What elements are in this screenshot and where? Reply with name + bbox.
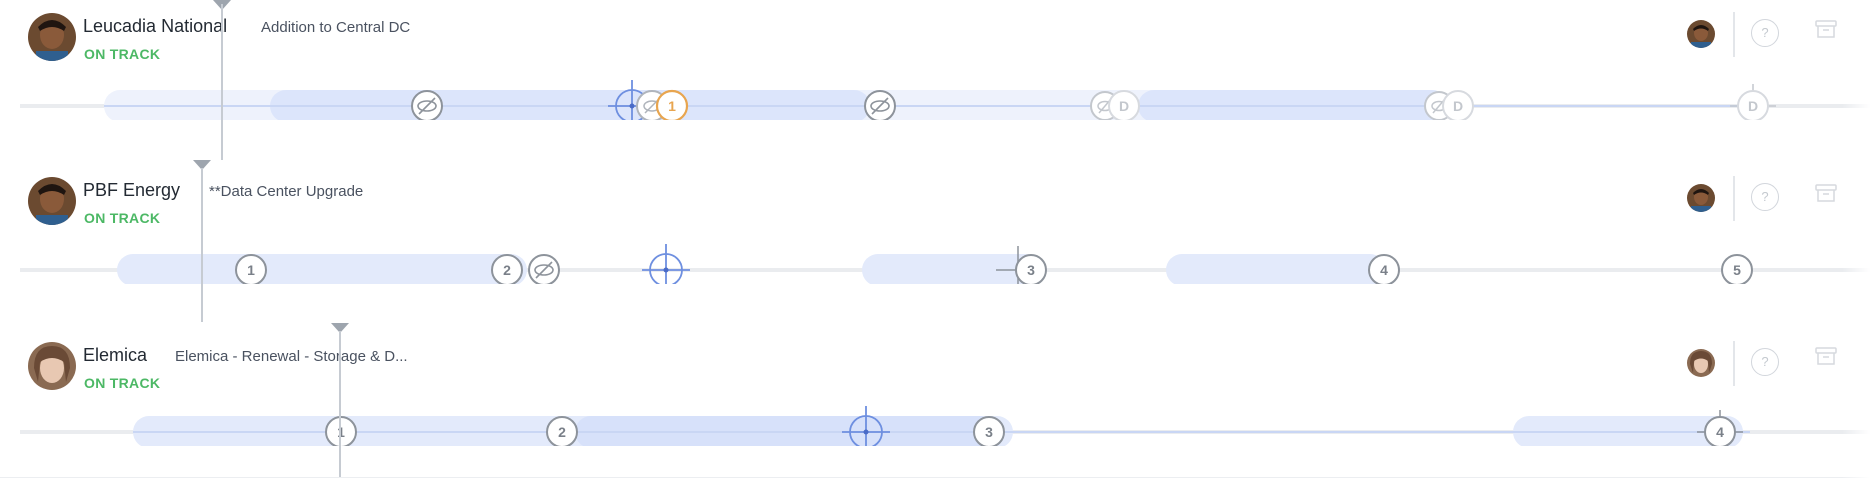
- project-row[interactable]: Elemica ON TRACK Elemica - Renewal - Sto…: [0, 322, 1870, 478]
- project-name[interactable]: Elemica - Renewal - Storage & D...: [175, 348, 408, 365]
- milestone-label: 4: [1380, 262, 1388, 278]
- milestone-label: 3: [985, 424, 993, 440]
- company-name[interactable]: Leucadia National: [83, 16, 227, 37]
- timeline: 1 2 3 4 5: [20, 244, 1870, 284]
- date-marker-line: [201, 168, 203, 322]
- help-button[interactable]: ?: [1751, 348, 1779, 376]
- milestone-label: D: [1119, 98, 1129, 114]
- milestone-1[interactable]: 1: [655, 89, 689, 120]
- project-row[interactable]: PBF Energy ON TRACK **Data Center Upgrad…: [0, 160, 1870, 325]
- milestone-label: D: [1748, 98, 1758, 114]
- milestone-label: 1: [668, 98, 676, 114]
- milestone-label: 1: [247, 262, 255, 278]
- milestone-label: 2: [503, 262, 511, 278]
- date-marker-line: [221, 4, 223, 160]
- project-name[interactable]: Addition to Central DC: [261, 19, 410, 36]
- project-name[interactable]: **Data Center Upgrade: [209, 183, 363, 200]
- divider: [1733, 12, 1735, 57]
- hidden-milestone-icon[interactable]: [864, 90, 896, 120]
- timeline: 1 D D D: [20, 80, 1870, 120]
- milestone-label: 3: [1027, 262, 1035, 278]
- timeline-bar: [1166, 254, 1386, 284]
- hidden-milestone-icon[interactable]: [528, 254, 560, 284]
- milestone-3[interactable]: 3: [973, 416, 1005, 446]
- milestone-2[interactable]: 2: [546, 416, 578, 446]
- milestone-1[interactable]: 1: [325, 416, 357, 446]
- milestone-d-target[interactable]: D: [1730, 84, 1776, 120]
- owner-avatar[interactable]: [1687, 349, 1715, 377]
- help-button[interactable]: ?: [1751, 19, 1779, 47]
- milestone-2[interactable]: 2: [491, 254, 523, 284]
- milestone-d[interactable]: D: [1108, 90, 1140, 120]
- project-row[interactable]: Leucadia National ON TRACK Addition to C…: [0, 0, 1870, 165]
- today-target-icon[interactable]: [642, 244, 690, 284]
- archive-icon[interactable]: [1815, 183, 1837, 203]
- milestone-d[interactable]: D: [1442, 90, 1474, 120]
- owner-avatar[interactable]: [1687, 20, 1715, 48]
- archive-icon[interactable]: [1815, 19, 1837, 39]
- owner-avatar[interactable]: [1687, 184, 1715, 212]
- milestone-label: D: [1453, 98, 1463, 114]
- milestone-label: 4: [1716, 424, 1724, 440]
- divider: [1733, 176, 1735, 221]
- milestone-label: 5: [1733, 262, 1741, 278]
- hidden-milestone-icon[interactable]: [411, 90, 443, 120]
- scroll-fade: [1842, 0, 1870, 480]
- company-name[interactable]: PBF Energy: [83, 180, 180, 201]
- milestone-label: 2: [558, 424, 566, 440]
- milestone-1[interactable]: 1: [235, 254, 267, 284]
- date-marker-line: [339, 331, 341, 477]
- milestone-5[interactable]: 5: [1721, 254, 1753, 284]
- company-name[interactable]: Elemica: [83, 345, 147, 366]
- timeline-bar: [117, 254, 527, 284]
- milestone-4[interactable]: 4: [1368, 254, 1400, 284]
- timeline: 1 2 3 4: [20, 406, 1870, 446]
- help-button[interactable]: ?: [1751, 183, 1779, 211]
- timeline-bar: [862, 254, 1042, 284]
- archive-icon[interactable]: [1815, 346, 1837, 366]
